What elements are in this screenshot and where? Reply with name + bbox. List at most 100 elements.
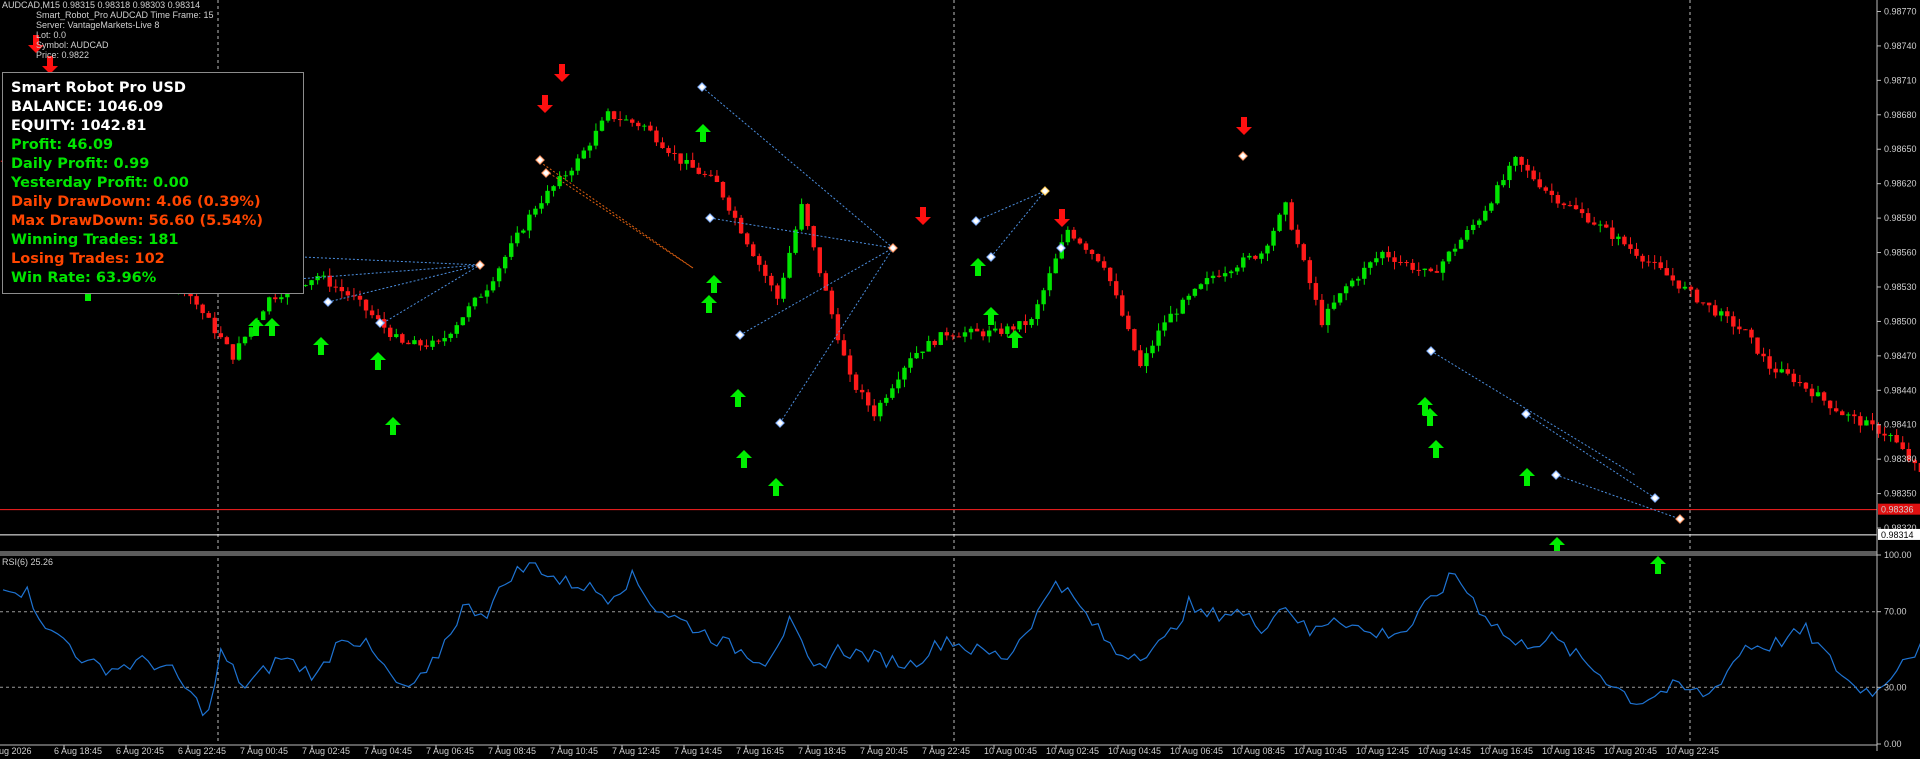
trade-connector-line: [1430, 350, 1636, 476]
candle-body: [460, 317, 466, 326]
time-tick-label: 7 Aug 08:45: [488, 746, 536, 756]
trade-connector-line: [1555, 474, 1681, 520]
candle-body: [212, 317, 217, 334]
buy-arrow-icon: [1650, 556, 1666, 574]
time-tick-label: 10 Aug 12:45: [1356, 746, 1409, 756]
candle-body: [660, 142, 665, 149]
candle-body: [781, 277, 786, 299]
trade-connector-line: [739, 247, 894, 336]
candle-body: [1658, 262, 1663, 269]
trade-marker-icon: [475, 260, 485, 270]
profit-value: Profit: 46.09: [11, 137, 114, 153]
candle-body: [1277, 214, 1282, 231]
buy-arrow-icon: [313, 337, 329, 355]
candle-body: [273, 297, 278, 300]
candle-body: [1622, 236, 1627, 245]
candle-body: [696, 167, 701, 174]
candle-body: [1779, 369, 1784, 373]
candle-body: [1023, 321, 1028, 326]
candle-body: [333, 286, 338, 288]
time-tick-label: 10 Aug 02:45: [1046, 746, 1099, 756]
candle-body: [448, 333, 453, 338]
candle-body: [1483, 210, 1488, 221]
symbol-ohlc-label: AUDCAD,M15 0.98315 0.98318 0.98303 0.983…: [2, 0, 201, 10]
candle-body: [823, 273, 829, 291]
candle-body: [1634, 248, 1639, 256]
candle-body: [611, 111, 617, 120]
candle-body: [708, 174, 714, 176]
candle-body: [1815, 392, 1821, 397]
candle-body: [339, 286, 345, 292]
candle-body: [1343, 286, 1349, 294]
candle-body: [1186, 295, 1192, 300]
candle-body: [1525, 164, 1530, 171]
candle-body: [230, 344, 236, 360]
candle-body: [1489, 203, 1494, 211]
candle-body: [1192, 288, 1198, 296]
candle-body: [878, 402, 883, 417]
candle-body: [1513, 156, 1518, 166]
candle-body: [1301, 244, 1306, 261]
candle-body: [369, 310, 375, 316]
candle-body: [1470, 224, 1476, 231]
candle-body: [654, 130, 659, 143]
candle-body: [1253, 255, 1258, 259]
candle-body: [1198, 284, 1204, 289]
candle-body: [1755, 337, 1760, 354]
trade-marker-icon: [1650, 493, 1660, 503]
yesterday-profit-value: Yesterday Profit: 0.00: [11, 175, 189, 191]
time-tick-label: 6 Aug 20:45: [116, 746, 164, 756]
buy-arrow-icon: [730, 389, 746, 407]
candle-body: [484, 290, 490, 297]
candle-body: [533, 208, 538, 215]
candle-body: [1434, 271, 1440, 273]
candle-body: [1725, 311, 1730, 317]
candle-body: [527, 214, 532, 231]
candle-body: [363, 299, 369, 311]
candle-body: [1773, 368, 1778, 373]
candle-body: [1386, 251, 1391, 258]
candle-body: [1271, 230, 1276, 246]
candle-body: [400, 334, 405, 343]
trade-connector-line: [545, 170, 694, 269]
time-tick-label: 10 Aug 22:45: [1666, 746, 1719, 756]
candle-body: [938, 332, 943, 345]
price-tick-label: 0.98470: [1884, 351, 1917, 361]
candle-body: [1852, 414, 1857, 417]
candle-body: [1204, 278, 1210, 285]
candle-body: [684, 159, 689, 164]
trade-marker-icon: [1426, 346, 1436, 356]
candle-body: [1410, 262, 1415, 270]
trade-marker-icon: [697, 82, 707, 92]
candle-body: [1144, 353, 1149, 367]
candle-body: [817, 247, 822, 274]
buy-arrow-icon: [768, 478, 784, 496]
buy-arrow-icon: [736, 450, 752, 468]
price-tick-label: 0.98770: [1884, 6, 1917, 16]
price-tag-red-label: 0.98336: [1881, 505, 1914, 515]
max-drawdown-value: Max DrawDown: 56.60 (5.54%): [11, 213, 264, 229]
candle-body: [865, 392, 871, 406]
candle-body: [1670, 275, 1676, 281]
candle-body: [521, 230, 526, 233]
price-tick-label: 0.98350: [1884, 489, 1917, 499]
candle-body: [617, 119, 623, 121]
candle-body: [1368, 262, 1373, 268]
price-tick-label: 0.98440: [1884, 385, 1917, 395]
time-tick-label: 7 Aug 14:45: [674, 746, 722, 756]
candle-body: [1464, 230, 1470, 240]
candle-body: [1404, 262, 1409, 264]
time-tick-label: 7 Aug 00:45: [240, 746, 288, 756]
candle-body: [751, 244, 756, 257]
candle-body: [757, 256, 762, 265]
candle-body: [1791, 373, 1797, 383]
rsi-tick-label: 0.00: [1884, 739, 1902, 749]
candle-body: [890, 388, 895, 398]
price-tick-label: 0.98650: [1884, 144, 1917, 154]
candle-body: [1495, 185, 1500, 204]
candle-body: [260, 311, 266, 321]
candle-body: [1319, 299, 1325, 326]
trade-marker-icon: [986, 252, 996, 262]
trade-connector-line: [539, 161, 694, 269]
candle-body: [1864, 420, 1869, 426]
